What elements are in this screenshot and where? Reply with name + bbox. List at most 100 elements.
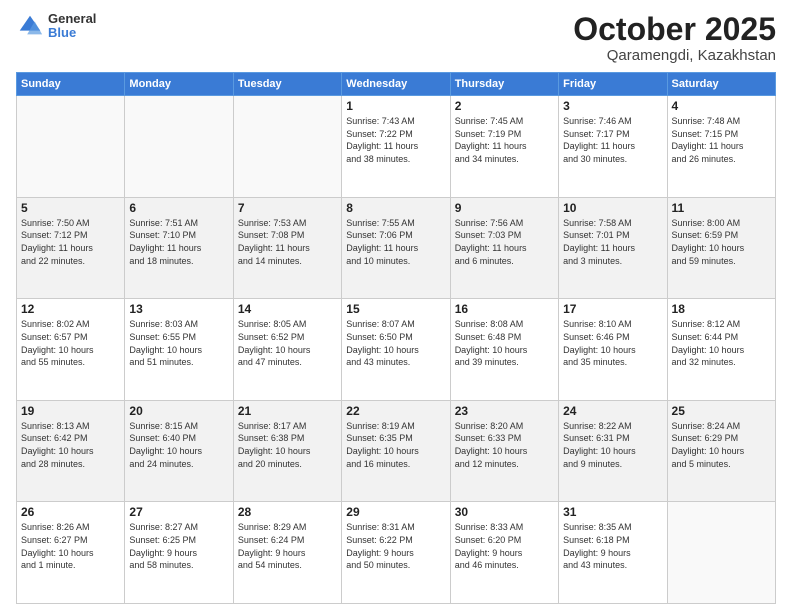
day-info: Sunrise: 7:50 AM Sunset: 7:12 PM Dayligh… [21, 217, 120, 267]
col-tuesday: Tuesday [233, 73, 341, 96]
table-row: 23 Sunrise: 8:20 AM Sunset: 6:33 PM Dayli… [450, 400, 558, 502]
day-info: Sunrise: 7:53 AM Sunset: 7:08 PM Dayligh… [238, 217, 337, 267]
title-block: October 2025 Qaramengdi, Kazakhstan [573, 12, 776, 64]
col-friday: Friday [559, 73, 667, 96]
day-number: 13 [129, 302, 228, 316]
table-row: 7 Sunrise: 7:53 AM Sunset: 7:08 PM Daylig… [233, 197, 341, 299]
day-number: 1 [346, 99, 445, 113]
day-info: Sunrise: 8:12 AM Sunset: 6:44 PM Dayligh… [672, 318, 771, 368]
table-row: 3Sunrise: 7:46 AM Sunset: 7:17 PM Daylig… [559, 96, 667, 198]
day-number: 24 [563, 404, 662, 418]
logo: General Blue [16, 12, 96, 41]
day-info: Sunrise: 8:15 AM Sunset: 6:40 PM Dayligh… [129, 420, 228, 470]
table-row: 10 Sunrise: 7:58 AM Sunset: 7:01 PM Dayli… [559, 197, 667, 299]
day-number: 11 [672, 201, 771, 215]
day-number: 2 [455, 99, 554, 113]
day-number: 12 [21, 302, 120, 316]
day-info: Sunrise: 8:35 AM Sunset: 6:18 PM Dayligh… [563, 521, 662, 571]
table-row: 4Sunrise: 7:48 AM Sunset: 7:15 PM Daylig… [667, 96, 775, 198]
day-info: Sunrise: 8:10 AM Sunset: 6:46 PM Dayligh… [563, 318, 662, 368]
table-row: 21 Sunrise: 8:17 AM Sunset: 6:38 PM Dayli… [233, 400, 341, 502]
table-row: 14 Sunrise: 8:05 AM Sunset: 6:52 PM Dayli… [233, 299, 341, 401]
table-row: 22 Sunrise: 8:19 AM Sunset: 6:35 PM Dayli… [342, 400, 450, 502]
day-info: Sunrise: 8:33 AM Sunset: 6:20 PM Dayligh… [455, 521, 554, 571]
calendar-week-row: 19 Sunrise: 8:13 AM Sunset: 6:42 PM Dayli… [17, 400, 776, 502]
col-wednesday: Wednesday [342, 73, 450, 96]
table-row [233, 96, 341, 198]
day-info: Sunrise: 8:02 AM Sunset: 6:57 PM Dayligh… [21, 318, 120, 368]
day-info: Sunrise: 8:19 AM Sunset: 6:35 PM Dayligh… [346, 420, 445, 470]
table-row [125, 96, 233, 198]
day-info: Sunrise: 8:13 AM Sunset: 6:42 PM Dayligh… [21, 420, 120, 470]
table-row [17, 96, 125, 198]
table-row: 8Sunrise: 7:55 AM Sunset: 7:06 PM Daylig… [342, 197, 450, 299]
day-number: 17 [563, 302, 662, 316]
calendar-week-row: 5 Sunrise: 7:50 AM Sunset: 7:12 PM Daylig… [17, 197, 776, 299]
table-row: 13 Sunrise: 8:03 AM Sunset: 6:55 PM Dayli… [125, 299, 233, 401]
header: General Blue October 2025 Qaramengdi, Ka… [16, 12, 776, 64]
day-number: 21 [238, 404, 337, 418]
table-row: 25Sunrise: 8:24 AM Sunset: 6:29 PM Dayli… [667, 400, 775, 502]
day-info: Sunrise: 8:03 AM Sunset: 6:55 PM Dayligh… [129, 318, 228, 368]
calendar-week-row: 12 Sunrise: 8:02 AM Sunset: 6:57 PM Dayli… [17, 299, 776, 401]
col-monday: Monday [125, 73, 233, 96]
day-info: Sunrise: 8:29 AM Sunset: 6:24 PM Dayligh… [238, 521, 337, 571]
calendar-header-row: Sunday Monday Tuesday Wednesday Thursday… [17, 73, 776, 96]
table-row [667, 502, 775, 604]
day-info: Sunrise: 8:27 AM Sunset: 6:25 PM Dayligh… [129, 521, 228, 571]
day-info: Sunrise: 8:07 AM Sunset: 6:50 PM Dayligh… [346, 318, 445, 368]
day-info: Sunrise: 8:31 AM Sunset: 6:22 PM Dayligh… [346, 521, 445, 571]
calendar-week-row: 1 Sunrise: 7:43 AM Sunset: 7:22 PM Daylig… [17, 96, 776, 198]
col-sunday: Sunday [17, 73, 125, 96]
day-info: Sunrise: 7:48 AM Sunset: 7:15 PM Dayligh… [672, 115, 771, 165]
location-subtitle: Qaramengdi, Kazakhstan [573, 47, 776, 64]
logo-icon [16, 12, 44, 40]
day-info: Sunrise: 8:22 AM Sunset: 6:31 PM Dayligh… [563, 420, 662, 470]
day-number: 26 [21, 505, 120, 519]
calendar-week-row: 26 Sunrise: 8:26 AM Sunset: 6:27 PM Dayli… [17, 502, 776, 604]
day-number: 10 [563, 201, 662, 215]
logo-general: General [48, 12, 96, 26]
col-saturday: Saturday [667, 73, 775, 96]
table-row: 16 Sunrise: 8:08 AM Sunset: 6:48 PM Dayli… [450, 299, 558, 401]
day-number: 6 [129, 201, 228, 215]
day-info: Sunrise: 8:17 AM Sunset: 6:38 PM Dayligh… [238, 420, 337, 470]
table-row: 12 Sunrise: 8:02 AM Sunset: 6:57 PM Dayli… [17, 299, 125, 401]
table-row: 29Sunrise: 8:31 AM Sunset: 6:22 PM Dayli… [342, 502, 450, 604]
day-number: 3 [563, 99, 662, 113]
day-number: 30 [455, 505, 554, 519]
day-number: 16 [455, 302, 554, 316]
table-row: 30 Sunrise: 8:33 AM Sunset: 6:20 PM Dayli… [450, 502, 558, 604]
day-number: 20 [129, 404, 228, 418]
day-info: Sunrise: 8:20 AM Sunset: 6:33 PM Dayligh… [455, 420, 554, 470]
day-info: Sunrise: 7:45 AM Sunset: 7:19 PM Dayligh… [455, 115, 554, 165]
day-number: 22 [346, 404, 445, 418]
day-number: 5 [21, 201, 120, 215]
day-number: 27 [129, 505, 228, 519]
day-info: Sunrise: 8:05 AM Sunset: 6:52 PM Dayligh… [238, 318, 337, 368]
day-number: 15 [346, 302, 445, 316]
day-number: 19 [21, 404, 120, 418]
day-info: Sunrise: 7:51 AM Sunset: 7:10 PM Dayligh… [129, 217, 228, 267]
day-number: 9 [455, 201, 554, 215]
day-info: Sunrise: 7:56 AM Sunset: 7:03 PM Dayligh… [455, 217, 554, 267]
day-info: Sunrise: 7:58 AM Sunset: 7:01 PM Dayligh… [563, 217, 662, 267]
table-row: 11Sunrise: 8:00 AM Sunset: 6:59 PM Dayli… [667, 197, 775, 299]
day-number: 8 [346, 201, 445, 215]
table-row: 6 Sunrise: 7:51 AM Sunset: 7:10 PM Daylig… [125, 197, 233, 299]
day-info: Sunrise: 8:26 AM Sunset: 6:27 PM Dayligh… [21, 521, 120, 571]
col-thursday: Thursday [450, 73, 558, 96]
day-number: 23 [455, 404, 554, 418]
table-row: 31 Sunrise: 8:35 AM Sunset: 6:18 PM Dayli… [559, 502, 667, 604]
table-row: 17 Sunrise: 8:10 AM Sunset: 6:46 PM Dayli… [559, 299, 667, 401]
day-number: 7 [238, 201, 337, 215]
table-row: 28 Sunrise: 8:29 AM Sunset: 6:24 PM Dayli… [233, 502, 341, 604]
day-number: 31 [563, 505, 662, 519]
day-number: 18 [672, 302, 771, 316]
day-number: 14 [238, 302, 337, 316]
day-info: Sunrise: 8:08 AM Sunset: 6:48 PM Dayligh… [455, 318, 554, 368]
table-row: 15 Sunrise: 8:07 AM Sunset: 6:50 PM Dayli… [342, 299, 450, 401]
table-row: 27 Sunrise: 8:27 AM Sunset: 6:25 PM Dayli… [125, 502, 233, 604]
day-info: Sunrise: 7:43 AM Sunset: 7:22 PM Dayligh… [346, 115, 445, 165]
day-number: 28 [238, 505, 337, 519]
